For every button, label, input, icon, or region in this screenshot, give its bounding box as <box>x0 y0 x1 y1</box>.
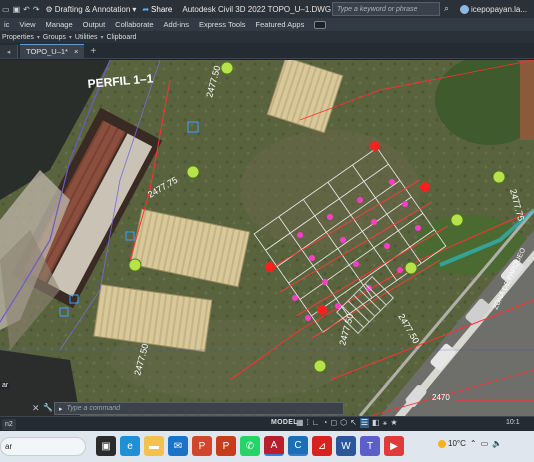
ribbon-tab-collaborate[interactable]: Collaborate <box>115 20 153 29</box>
whatsapp-icon[interactable]: ✆ <box>240 436 260 456</box>
side-label: ar <box>0 382 11 389</box>
transparency-icon[interactable]: ◧ <box>372 418 380 428</box>
command-prompt-icon: ▸ <box>59 405 63 413</box>
isodraft-icon[interactable]: ⬡ <box>340 418 347 428</box>
taskbar-apps: ▣ e ▬ ✉ P P ✆ A C ⊿ W T ▶ <box>96 436 404 456</box>
grid-icon[interactable]: ▦ <box>296 418 304 428</box>
share-icon: ➦ <box>142 4 150 14</box>
windows-taskbar: ar ▣ e ▬ ✉ P P ✆ A C ⊿ W T ▶ 10°C ⌃ ▭ 🔈 <box>0 431 534 462</box>
chevron-down-icon[interactable]: ▾ <box>37 34 40 41</box>
weather-widget[interactable]: 10°C <box>438 439 466 448</box>
search-icon[interactable]: ⌕ <box>444 3 449 14</box>
osnap-icon[interactable]: ◻ <box>330 418 337 428</box>
ribbon-tabs: ic View Manage Output Collaborate Add-in… <box>0 18 534 31</box>
document-tab-active[interactable]: TOPO_U–1* × <box>20 44 85 58</box>
ribbon-tab-featured-apps[interactable]: Featured Apps <box>256 20 305 29</box>
word-icon[interactable]: W <box>336 436 356 456</box>
explorer-icon[interactable]: ▬ <box>144 436 164 456</box>
powerpoint-icon[interactable]: P <box>192 436 212 456</box>
status-toggles: ▦ ⁞ ∟ ◔ ◻ ⬡ ↖ ☰ ◧ ⚹ ★ <box>296 418 398 428</box>
autocad-icon[interactable]: A <box>264 436 284 456</box>
ribbon-tab-express-tools[interactable]: Express Tools <box>199 20 246 29</box>
ribbon-tab-addins[interactable]: Add-ins <box>164 20 189 29</box>
taskview-icon[interactable]: ▣ <box>96 436 116 456</box>
user-account[interactable]: icepopayan.la... <box>460 0 527 18</box>
layout-tab[interactable]: n2 <box>2 418 16 430</box>
drawing-label-elevation: 2470 <box>432 393 450 402</box>
civil3d-window: ▭ ▣ ↶ ↷ ⚙ Drafting & Annotation ▾ ➦ Shar… <box>0 0 534 462</box>
drawing-viewport[interactable]: PERFIL 1–1 2477.75 2477.50 2477.50 2477.… <box>0 60 534 416</box>
undo-icon[interactable]: ↶ <box>23 5 30 14</box>
user-name: icepopayan.la... <box>471 4 528 14</box>
annotation-icon[interactable]: ⚹ <box>383 418 388 428</box>
annotation-scale[interactable]: 10:1 <box>506 419 520 426</box>
model-space-button[interactable]: MODEL <box>271 419 298 426</box>
panel-utilities[interactable]: Utilities <box>75 34 98 41</box>
close-icon[interactable]: ✕ <box>32 403 40 414</box>
cursor-icon[interactable]: ↖ <box>350 418 357 428</box>
panel-clipboard[interactable]: Clipboard <box>106 34 136 41</box>
ribbon-toggle-button[interactable] <box>314 20 327 29</box>
taskbar-search-input[interactable]: ar <box>0 437 86 456</box>
lineweight-icon[interactable]: ☰ <box>359 418 369 428</box>
teams-icon[interactable]: T <box>360 436 380 456</box>
status-bar: n2 MODEL ▦ ⁞ ∟ ◔ ◻ ⬡ ↖ ☰ ◧ ⚹ ★ 10:1 <box>0 416 534 431</box>
mail-icon[interactable]: ✉ <box>168 436 188 456</box>
pdf-icon[interactable]: ⊿ <box>312 436 332 456</box>
drawing-canvas: PERFIL 1–1 2477.75 2477.50 2477.50 2477.… <box>0 60 534 416</box>
share-button[interactable]: ➦ Share <box>142 0 172 18</box>
ribbon-tab[interactable]: ic <box>4 20 9 29</box>
ribbon-tab-output[interactable]: Output <box>83 20 106 29</box>
quick-access-toolbar: ▭ ▣ ↶ ↷ <box>2 0 40 18</box>
folder-icon[interactable]: ▭ <box>2 5 10 14</box>
new-tab-button[interactable]: + <box>90 44 96 58</box>
speaker-icon[interactable]: 🔈 <box>492 439 502 448</box>
share-label: Share <box>151 4 173 14</box>
app-title: Autodesk Civil 3D 2022 TOPO_U–1.DWG <box>182 4 332 14</box>
powerpoint-icon[interactable]: P <box>216 436 236 456</box>
ribbon-panel-titles: Properties ▾ Groups ▾ Utilities ▾ Clipbo… <box>0 31 534 43</box>
workspace-switcher[interactable]: ⚙ Drafting & Annotation ▾ <box>46 0 137 18</box>
save-icon[interactable]: ▣ <box>13 5 21 14</box>
visibility-icon[interactable]: ★ <box>390 418 397 428</box>
user-icon <box>460 4 469 14</box>
ribbon-tab-view[interactable]: View <box>19 20 35 29</box>
sun-icon <box>438 439 446 448</box>
search-input[interactable]: Type a keyword or phrase <box>332 2 440 16</box>
close-icon[interactable]: × <box>74 47 78 56</box>
panel-groups[interactable]: Groups <box>43 34 66 41</box>
civil3d-icon[interactable]: C <box>288 436 308 456</box>
ribbon-tab-manage[interactable]: Manage <box>46 20 73 29</box>
start-tab[interactable]: ◂ <box>0 45 18 58</box>
panel-properties[interactable]: Properties <box>2 34 34 41</box>
network-icon[interactable]: ▭ <box>481 439 489 448</box>
workspace-label: Drafting & Annotation <box>54 4 131 14</box>
chevron-up-icon[interactable]: ⌃ <box>470 439 477 448</box>
title-bar: ▭ ▣ ↶ ↷ ⚙ Drafting & Annotation ▾ ➦ Shar… <box>0 0 534 18</box>
chevron-down-icon[interactable]: ▾ <box>100 34 103 41</box>
command-input[interactable]: Type a command <box>67 405 121 412</box>
snap-icon[interactable]: ⁞ <box>307 418 309 428</box>
weather-temp: 10°C <box>448 439 466 448</box>
document-tab-label: TOPO_U–1* <box>26 47 68 56</box>
system-tray: 10°C ⌃ ▭ 🔈 <box>438 439 502 448</box>
redo-icon[interactable]: ↷ <box>33 5 40 14</box>
gear-icon: ⚙ <box>45 4 53 14</box>
chevron-down-icon[interactable]: ▾ <box>69 34 72 41</box>
edge-icon[interactable]: e <box>120 436 140 456</box>
document-tabs: ◂ TOPO_U–1* × + <box>0 43 534 59</box>
polar-icon[interactable]: ◔ <box>323 418 328 428</box>
command-line[interactable]: ▸ Type a command <box>54 402 344 415</box>
chevron-down-icon: ▾ <box>132 4 137 14</box>
ortho-icon[interactable]: ∟ <box>312 418 320 428</box>
wrench-icon[interactable]: 🔧 <box>43 403 53 412</box>
video-icon[interactable]: ▶ <box>384 436 404 456</box>
